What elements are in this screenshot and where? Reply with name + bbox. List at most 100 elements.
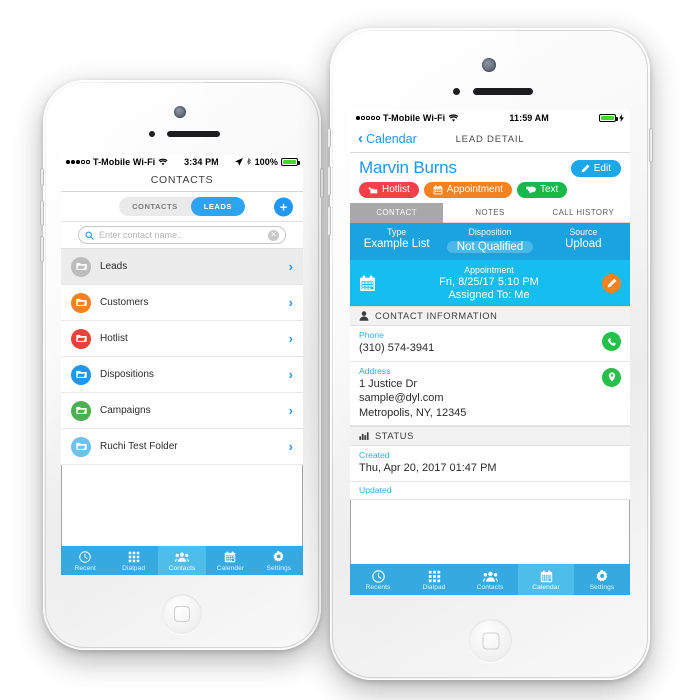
tab-label: Calendar [532, 583, 560, 591]
address-field: Address 1 Justice Dr sample@dyl.com Metr… [350, 361, 630, 427]
edit-appointment-button[interactable] [602, 273, 621, 293]
search-row: Enter contact name.. ✕ [61, 222, 303, 249]
edit-button-label: Edit [593, 162, 611, 174]
mute-switch[interactable] [327, 128, 331, 148]
left-status-bar: T-Mobile Wi-Fi 3:34 PM 100% [61, 155, 303, 169]
people-icon [482, 570, 498, 583]
segment-contacts[interactable]: CONTACTS [119, 197, 191, 216]
list-item[interactable]: Campaigns › [61, 393, 303, 429]
tab-label: Calender [216, 564, 245, 572]
created-field-text: Created Thu, Apr 20, 2017 01:47 PM [359, 450, 621, 476]
tab-settings[interactable]: Settings [574, 564, 630, 595]
tab-notes[interactable]: NOTES [443, 203, 537, 223]
calendar-icon [540, 569, 553, 583]
left-phone-screen: T-Mobile Wi-Fi 3:34 PM 100% CONTACTS CON… [61, 155, 303, 575]
appointment-bar[interactable]: Appointment Fri, 8/25/17 5:10 PM Assigne… [350, 260, 630, 306]
address-field-text: Address 1 Justice Dr sample@dyl.com Metr… [359, 366, 602, 421]
right-tab-bar: Recents Dialpad Contacts Calendar Settin… [350, 564, 630, 595]
add-contact-button[interactable]: + [274, 197, 293, 216]
hotlist-chip[interactable]: Hotlist [359, 182, 419, 198]
volume-up-button[interactable] [40, 200, 44, 226]
tab-call-history[interactable]: CALL HISTORY [536, 203, 630, 223]
tab-recent[interactable]: Recent [61, 546, 109, 575]
tab-settings[interactable]: Settings [255, 546, 303, 575]
battery-icon [281, 158, 300, 166]
list-item-label: Leads [100, 261, 128, 272]
chevron-right-icon: › [288, 259, 293, 274]
tab-calendar[interactable]: Calendar [518, 564, 574, 595]
tab-contacts[interactable]: Contacts [462, 564, 518, 595]
right-status-bar: T-Mobile Wi-Fi 11:59 AM [350, 110, 630, 126]
list-item[interactable]: Customers › [61, 285, 303, 321]
map-button[interactable] [602, 367, 621, 387]
list-item[interactable]: Hotlist › [61, 321, 303, 357]
bar-chart-icon [359, 432, 369, 440]
signal-strength-icon [66, 160, 90, 164]
tab-contacts[interactable]: Contacts [157, 546, 207, 575]
status-time: 3:34 PM [184, 157, 219, 167]
home-button[interactable] [162, 594, 202, 634]
search-input[interactable]: Enter contact name.. ✕ [77, 226, 287, 244]
list-item-label: Hotlist [100, 333, 128, 344]
add-folder-icon [368, 187, 378, 194]
volume-up-button[interactable] [327, 166, 331, 196]
appointment-chip[interactable]: Appointment [423, 182, 512, 198]
home-button[interactable] [469, 619, 512, 662]
tab-dialpad[interactable]: Dialpad [109, 546, 157, 575]
list-item-label: Dispositions [100, 369, 154, 380]
mute-switch[interactable] [40, 168, 44, 186]
status-time: 11:59 AM [509, 113, 549, 123]
folder-list: Leads › Customers › Hotlist › Dispositio… [61, 249, 303, 465]
chip-label: Hotlist [382, 184, 410, 195]
summary-disposition[interactable]: Disposition Not Qualified [443, 227, 536, 255]
volume-down-button[interactable] [40, 236, 44, 262]
list-item[interactable]: Ruchi Test Folder › [61, 429, 303, 465]
created-field: Created Thu, Apr 20, 2017 01:47 PM [350, 446, 630, 482]
folder-icon [71, 256, 91, 277]
contact-name: Marvin Burns [359, 158, 457, 177]
front-camera-icon [482, 58, 496, 72]
battery-percent-label: 100% [254, 157, 278, 167]
clock-icon [371, 569, 385, 583]
person-icon [359, 311, 369, 321]
call-button[interactable] [602, 332, 621, 351]
grid-icon [128, 551, 140, 564]
field-key: Phone [359, 330, 384, 340]
carrier-label: T-Mobile Wi-Fi [92, 157, 156, 167]
tab-dialpad[interactable]: Dialpad [406, 564, 462, 595]
list-item-label: Customers [100, 297, 149, 308]
segment-leads[interactable]: LEADS [190, 197, 245, 216]
folder-icon [71, 328, 91, 349]
signal-strength-icon [356, 116, 380, 120]
back-button-label: Calendar [366, 132, 417, 146]
carrier-label: T-Mobile Wi-Fi [382, 113, 446, 123]
volume-down-button[interactable] [327, 206, 331, 236]
back-button[interactable]: ‹ Calendar [358, 132, 417, 146]
tab-recents[interactable]: Recents [350, 564, 406, 595]
power-button[interactable] [320, 168, 324, 198]
tab-calender[interactable]: Calender [206, 546, 254, 575]
list-item[interactable]: Dispositions › [61, 357, 303, 393]
list-item[interactable]: Leads › [61, 249, 303, 285]
appointment-details: Appointment Fri, 8/25/17 5:10 PM Assigne… [383, 265, 595, 301]
chip-label: Text [539, 184, 559, 195]
tab-label: Recent [74, 564, 96, 572]
text-chip[interactable]: Text [516, 182, 568, 198]
tab-contact[interactable]: CONTACT [350, 203, 444, 223]
contacts-leads-segmented-control[interactable]: CONTACTS LEADS [119, 197, 245, 216]
proximity-sensor-icon [453, 88, 460, 95]
updated-field: Updated [350, 481, 630, 500]
summary-value: Upload [565, 238, 602, 250]
contact-information-header: CONTACT INFORMATION [350, 306, 630, 326]
right-phone-device: T-Mobile Wi-Fi 11:59 AM ‹ Calendar LEAD [327, 28, 653, 680]
chip-label: Appointment [446, 184, 503, 195]
search-clear-icon[interactable]: ✕ [268, 229, 280, 241]
people-icon [175, 551, 190, 564]
power-button[interactable] [649, 128, 653, 162]
field-key: Updated [359, 484, 392, 495]
edit-button[interactable]: Edit [570, 159, 621, 177]
gear-icon [595, 569, 609, 583]
chevron-left-icon: ‹ [358, 130, 363, 148]
grid-icon [428, 570, 441, 583]
clock-icon [79, 551, 91, 564]
